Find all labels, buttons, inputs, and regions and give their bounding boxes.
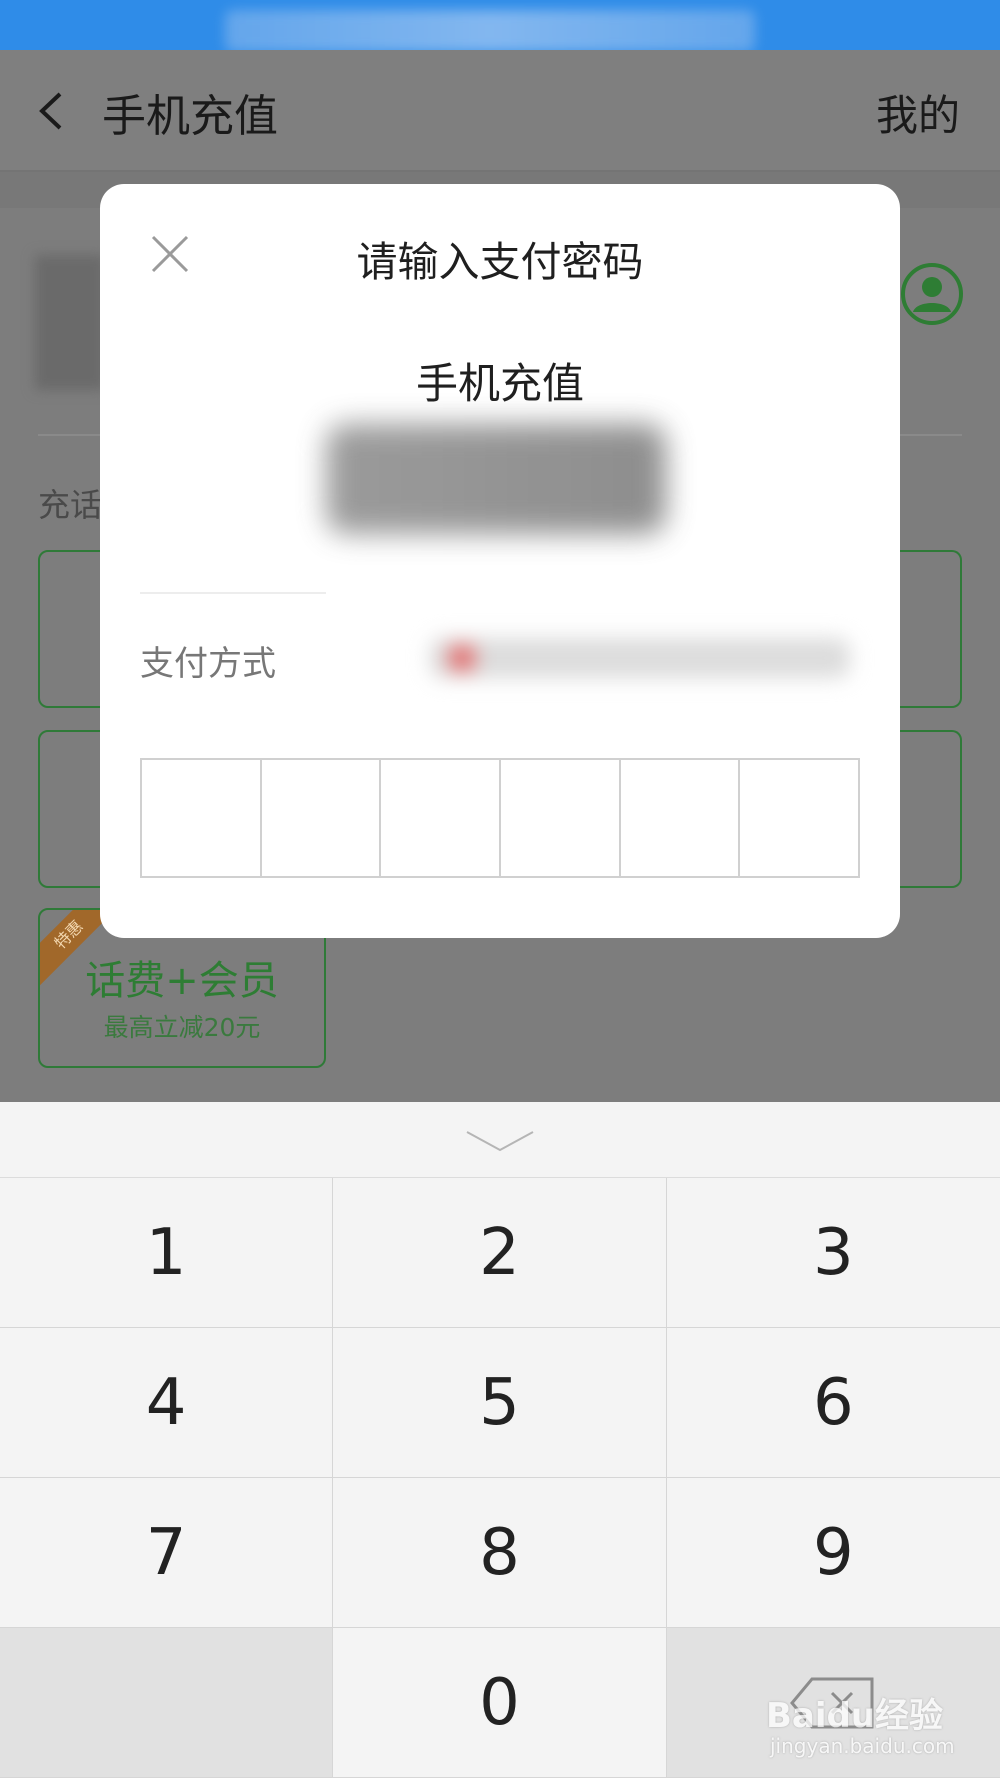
- password-digit-box: [501, 760, 621, 876]
- payment-method-label: 支付方式: [140, 644, 276, 684]
- payment-item-name: 手机充值: [415, 359, 584, 408]
- mine-link[interactable]: 我的: [876, 82, 960, 143]
- watermark-text: Baidu经验: [766, 1696, 944, 1736]
- password-digit-box: [142, 760, 262, 876]
- password-input[interactable]: [140, 758, 860, 878]
- amount-option[interactable]: [900, 730, 962, 888]
- dialog-title: 请输入支付密码: [356, 238, 644, 286]
- back-arrow-icon[interactable]: [28, 86, 78, 136]
- charge-section-label: 充话: [38, 486, 103, 524]
- key-blank: [0, 1628, 334, 1778]
- password-digit-box: [620, 760, 741, 876]
- promo-subtitle: 最高立减20元: [103, 1013, 261, 1042]
- promo-title: 话费+会员: [85, 958, 279, 1004]
- dialog-divider: [140, 592, 326, 594]
- hide-keyboard-button[interactable]: [0, 1102, 1000, 1178]
- key-4[interactable]: 4: [0, 1328, 334, 1478]
- key-7[interactable]: 7: [0, 1478, 334, 1628]
- bank-card-icon: [450, 646, 474, 670]
- key-5[interactable]: 5: [333, 1328, 667, 1478]
- status-bar-blurred-content: [225, 10, 755, 52]
- baidu-watermark: Baidu经验 jingyan.baidu.com: [766, 1668, 996, 1768]
- password-digit-box: [381, 760, 502, 876]
- watermark-url: jingyan.baidu.com: [770, 1734, 955, 1758]
- status-bar: [0, 0, 1000, 52]
- blurred-phone-info: [35, 255, 105, 390]
- key-2[interactable]: 2: [333, 1178, 667, 1328]
- blurred-amount: [326, 424, 666, 534]
- key-3[interactable]: 3: [666, 1178, 1000, 1328]
- password-digit-box: [740, 760, 859, 876]
- page-title: 手机充值: [102, 91, 278, 142]
- key-1[interactable]: 1: [0, 1178, 334, 1328]
- password-digit-box: [261, 760, 382, 876]
- key-9[interactable]: 9: [666, 1478, 1000, 1628]
- page-header: 手机充值 我的: [0, 50, 1000, 172]
- payment-method-value[interactable]: [430, 638, 850, 678]
- payment-password-dialog: 请输入支付密码 手机充值 支付方式: [100, 184, 900, 938]
- key-8[interactable]: 8: [333, 1478, 667, 1628]
- key-6[interactable]: 6: [666, 1328, 1000, 1478]
- amount-option[interactable]: [900, 550, 962, 708]
- key-0[interactable]: 0: [333, 1628, 667, 1778]
- chevron-down-icon: [466, 1131, 534, 1152]
- contact-person-icon[interactable]: [900, 262, 964, 326]
